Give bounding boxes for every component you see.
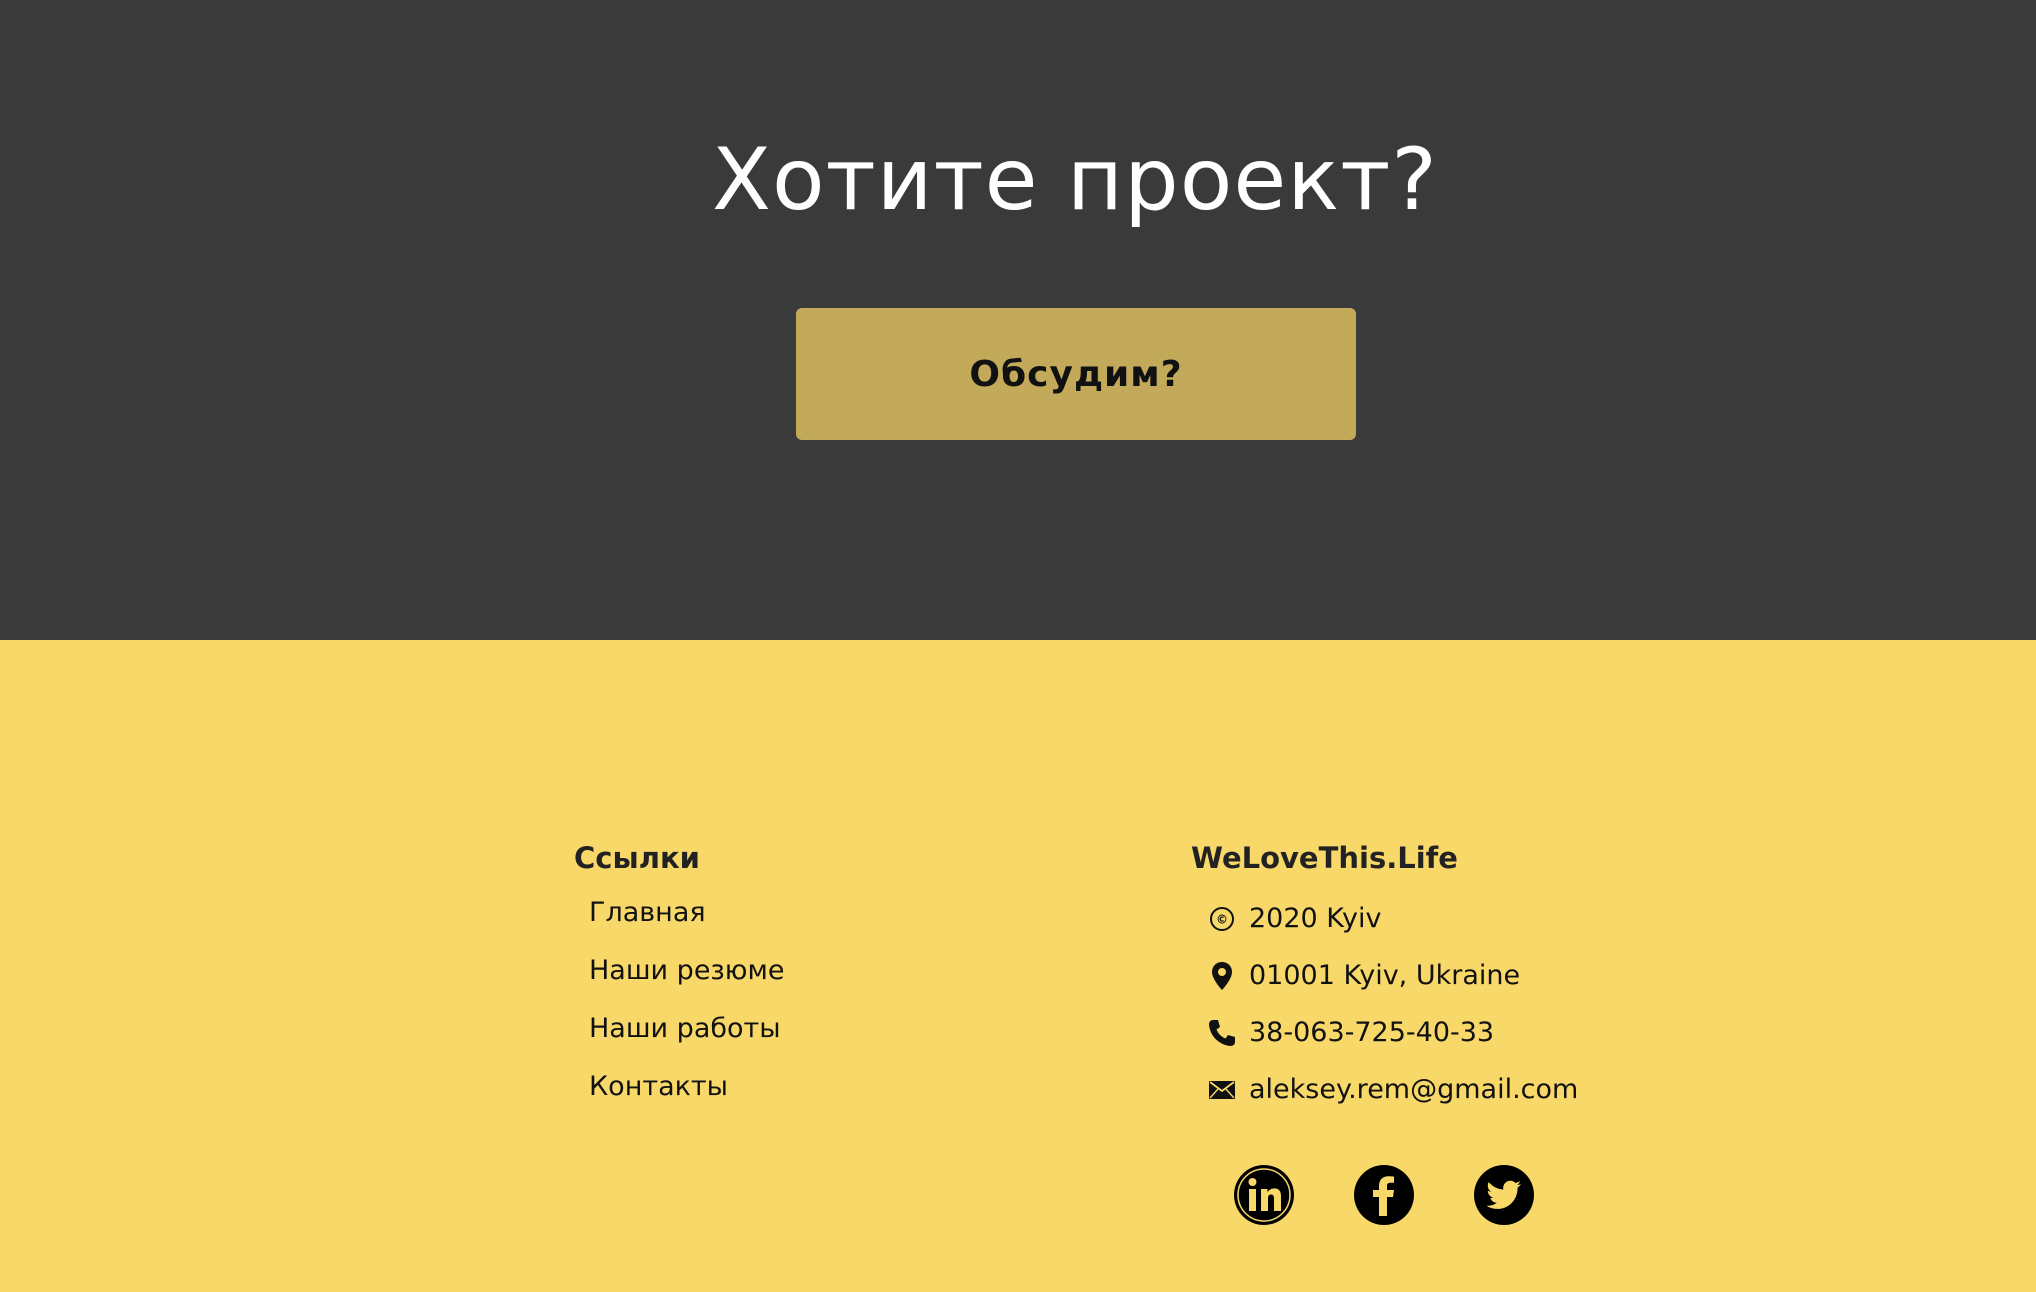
social-links xyxy=(1233,1164,1593,1226)
copyright-icon: © xyxy=(1205,902,1239,936)
footer-link-item: Наши работы xyxy=(589,1009,785,1067)
footer-link-item: Наши резюме xyxy=(589,951,785,1009)
phone-icon xyxy=(1205,1016,1239,1050)
email-text[interactable]: aleksey.rem@gmail.com xyxy=(1249,1073,1578,1107)
contact-phone[interactable]: 38-063-725-40-33 xyxy=(1205,1004,1578,1061)
footer-links: Главная Наши резюме Наши работы Контакты xyxy=(589,893,785,1125)
discuss-button[interactable]: Обсудим? xyxy=(796,308,1356,440)
footer-link-resumes[interactable]: Наши резюме xyxy=(589,955,785,986)
contact-address: 01001 Kyiv, Ukraine xyxy=(1205,947,1578,1004)
copyright-text: 2020 Kyiv xyxy=(1249,902,1382,934)
brand-heading: WeLoveThis.Life xyxy=(1191,841,1458,875)
svg-text:©: © xyxy=(1216,912,1228,926)
footer: Ссылки Главная Наши резюме Наши работы К… xyxy=(0,640,2036,1292)
linkedin-icon[interactable] xyxy=(1233,1164,1295,1226)
contact-copyright: © 2020 Kyiv xyxy=(1205,890,1578,947)
location-pin-icon xyxy=(1205,959,1239,993)
facebook-icon[interactable] xyxy=(1353,1164,1415,1226)
twitter-icon[interactable] xyxy=(1473,1164,1535,1226)
contact-list: © 2020 Kyiv 01001 Kyiv, Ukraine 38-063-7… xyxy=(1205,890,1578,1118)
footer-link-item: Контакты xyxy=(589,1067,785,1125)
hero-section: Хотите проект? Обсудим? xyxy=(0,0,2036,640)
phone-text[interactable]: 38-063-725-40-33 xyxy=(1249,1016,1494,1050)
footer-link-home[interactable]: Главная xyxy=(589,897,706,928)
links-heading: Ссылки xyxy=(574,841,700,875)
footer-link-item: Главная xyxy=(589,893,785,951)
hero-title: Хотите проект? xyxy=(712,130,1438,230)
footer-link-contacts[interactable]: Контакты xyxy=(589,1071,728,1102)
footer-link-works[interactable]: Наши работы xyxy=(589,1013,781,1044)
envelope-icon xyxy=(1205,1073,1239,1107)
address-text: 01001 Kyiv, Ukraine xyxy=(1249,959,1521,991)
contact-email[interactable]: aleksey.rem@gmail.com xyxy=(1205,1061,1578,1118)
